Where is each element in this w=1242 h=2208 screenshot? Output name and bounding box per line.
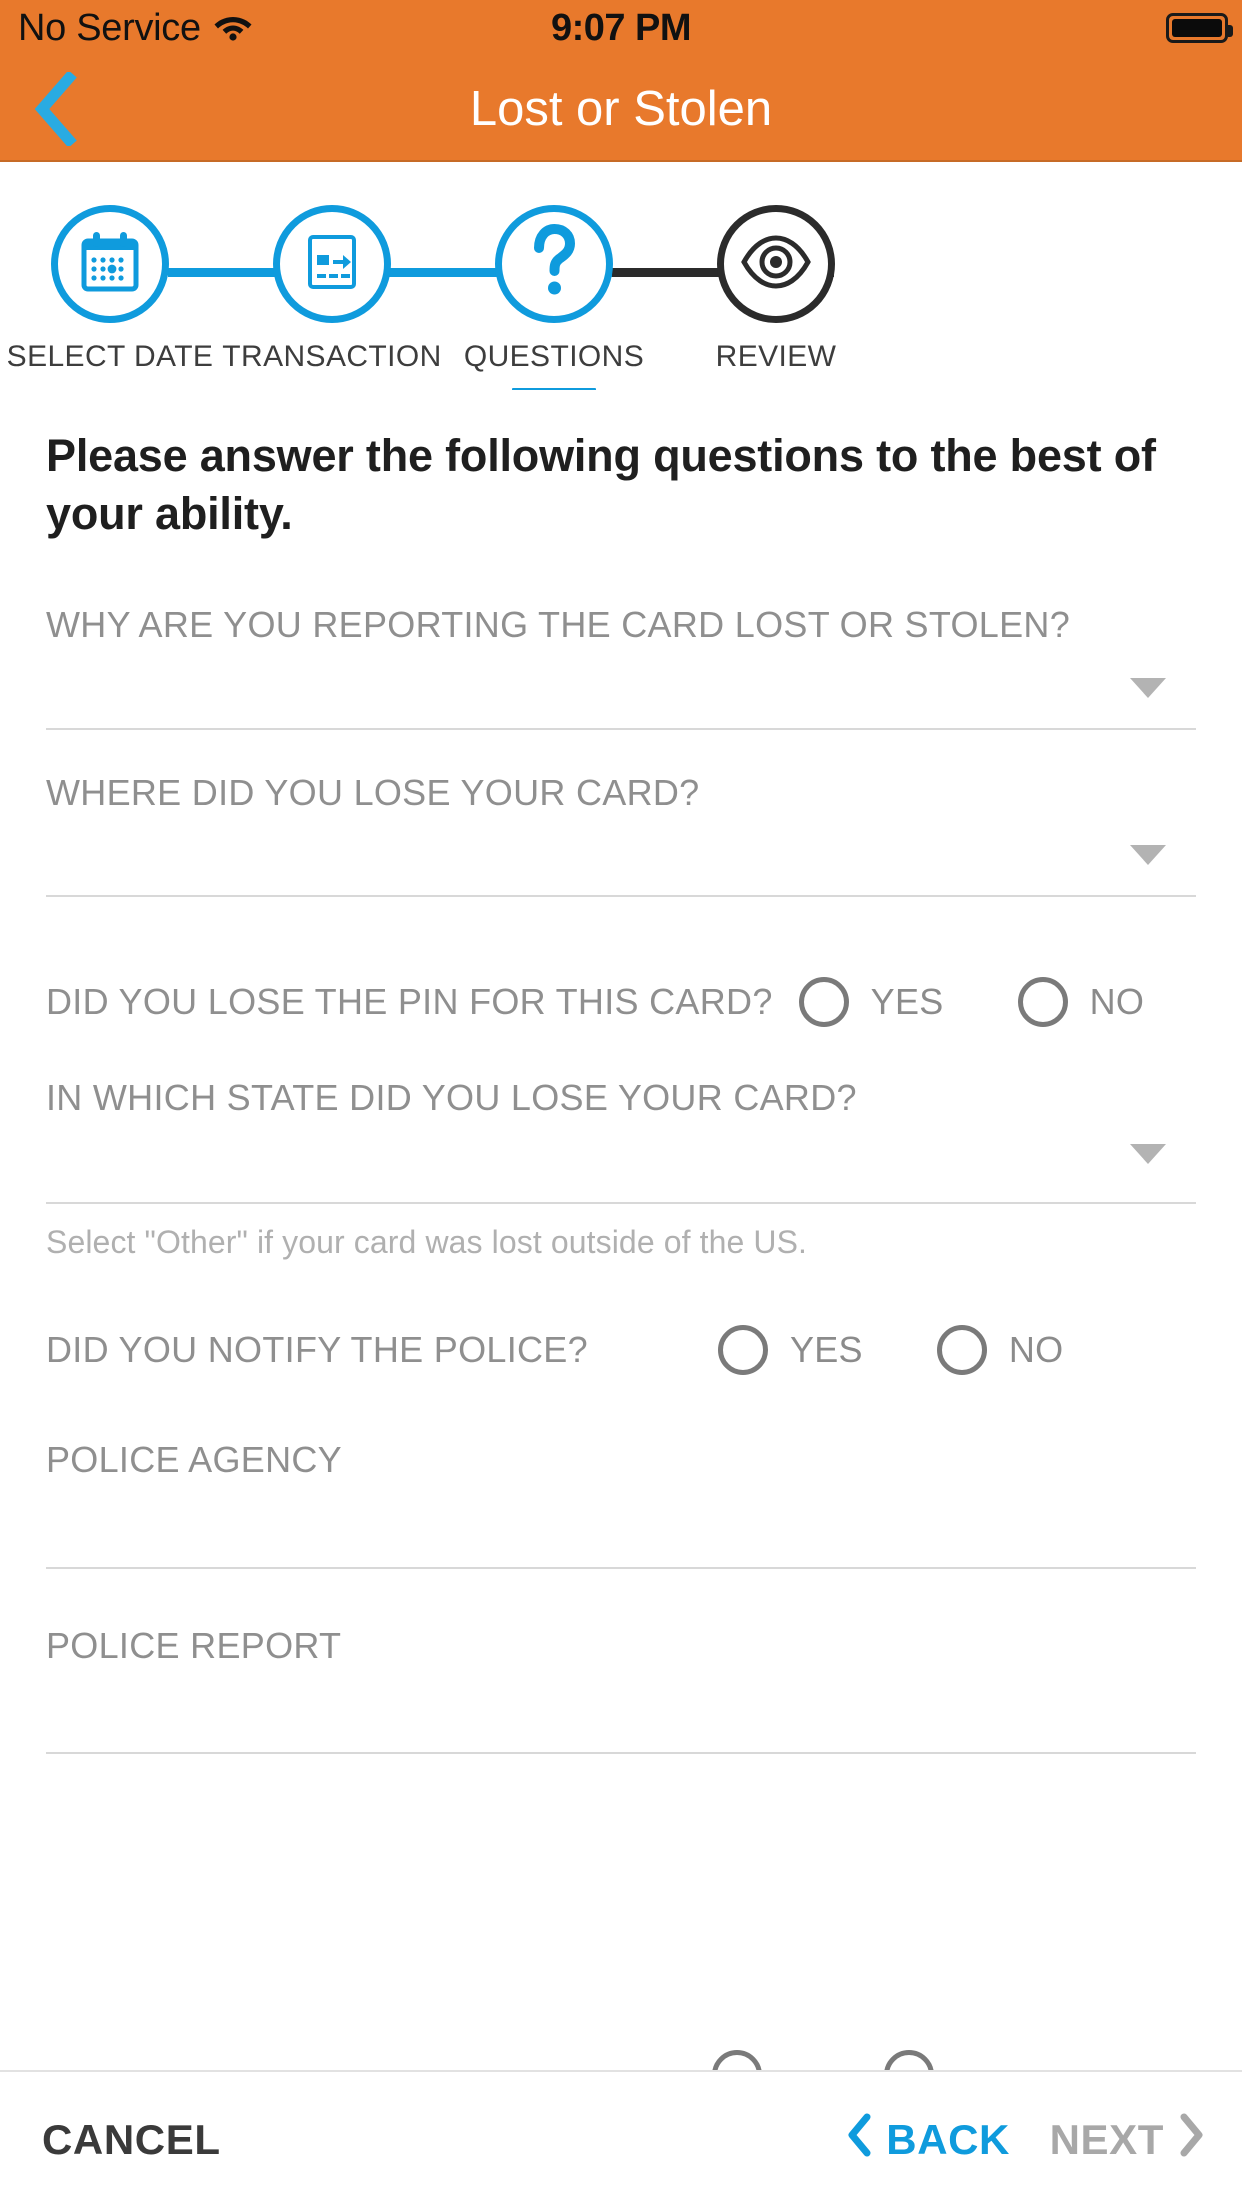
back-nav-label: BACK [886, 2116, 1010, 2163]
bottom-action-bar: CANCEL BACK NEXT [0, 2070, 1242, 2208]
stepper-step-select-date[interactable]: SELECT DATE [0, 205, 220, 374]
app-screen: No Service 9:07 PM Lost or Stolen SELECT… [0, 0, 1242, 2208]
field-divider-police-report [46, 1752, 1196, 1755]
chevron-down-icon[interactable] [1130, 677, 1166, 698]
field-divider-where-lost [46, 894, 1196, 897]
field-label-pin-lost: DID YOU LOSE THE PIN FOR THIS CARD? [46, 980, 773, 1022]
field-label-police-report: POLICE REPORT [46, 1624, 342, 1666]
field-label-police-agency: POLICE AGENCY [46, 1439, 342, 1481]
eye-icon [738, 234, 814, 295]
stepper-circle-review [717, 205, 835, 323]
field-where-lost[interactable]: WHERE DID YOU LOSE YOUR CARD? [46, 772, 1196, 897]
stepper-label-questions: QUESTIONS [463, 340, 645, 373]
field-state-lost[interactable]: IN WHICH STATE DID YOU LOSE YOUR CARD? S… [46, 1077, 1196, 1261]
nav-bar: Lost or Stolen [0, 56, 1242, 161]
battery-full-icon [1166, 13, 1233, 43]
form-container: Please answer the following questions to… [0, 390, 1242, 1755]
chevron-left-icon [846, 2113, 872, 2167]
radio-pin-lost-yes[interactable]: YES [798, 976, 944, 1027]
progress-stepper: SELECT DATE TRANSACTION QUESTIONS REVIEW [0, 205, 1242, 397]
status-bar-right [1166, 13, 1233, 43]
radio-circle-icon [936, 1325, 987, 1376]
form-intro-heading: Please answer the following questions to… [46, 430, 1156, 539]
field-report-reason[interactable]: WHY ARE YOU REPORTING THE CARD LOST OR S… [46, 604, 1196, 730]
form-scroll-area[interactable]: Please answer the following questions to… [0, 390, 1242, 2070]
cancel-button[interactable]: CANCEL [42, 2116, 221, 2164]
field-pin-lost: DID YOU LOSE THE PIN FOR THIS CARD? YES … [46, 969, 1196, 1035]
nav-bottom-border [0, 160, 1242, 162]
stepper-label-select-date: SELECT DATE [6, 340, 214, 373]
radio-label-pin-lost-yes: YES [870, 980, 944, 1022]
field-value-report-reason[interactable] [46, 646, 1196, 728]
calendar-icon [78, 229, 142, 300]
radio-label-notify-police-yes: YES [789, 1329, 863, 1371]
radio-notify-police-yes[interactable]: YES [717, 1325, 863, 1376]
field-next-question-partial [0, 2050, 1242, 2070]
stepper-step-review[interactable]: REVIEW [666, 205, 886, 374]
field-value-where-lost[interactable] [46, 813, 1196, 895]
field-input-police-report[interactable] [46, 1666, 1196, 1752]
field-input-police-agency[interactable] [46, 1481, 1196, 1567]
field-hint-state-lost: Select "Other" if your card was lost out… [46, 1224, 807, 1261]
next-nav-label: NEXT [1049, 2116, 1164, 2163]
stepper-circle-questions [495, 205, 613, 323]
chevron-left-icon [33, 71, 77, 146]
page-title: Lost or Stolen [469, 81, 773, 136]
chevron-down-icon[interactable] [1130, 844, 1166, 865]
field-label-where-lost: WHERE DID YOU LOSE YOUR CARD? [46, 771, 700, 813]
stepper-step-transaction[interactable]: TRANSACTION [222, 205, 442, 374]
field-divider-state-lost [46, 1202, 1196, 1205]
radio-circle-icon[interactable] [712, 2050, 762, 2070]
radio-label-pin-lost-no: NO [1089, 980, 1145, 1022]
question-mark-icon [528, 223, 580, 305]
field-notify-police: DID YOU NOTIFY THE POLICE? YES NO [46, 1317, 1196, 1383]
field-divider-report-reason [46, 727, 1196, 730]
radio-label-notify-police-no: NO [1008, 1329, 1064, 1371]
next-nav-button[interactable]: NEXT [1050, 2113, 1204, 2167]
status-bar: No Service 9:07 PM [0, 0, 1242, 56]
status-bar-time: 9:07 PM [550, 6, 692, 49]
back-nav-button[interactable]: BACK [846, 2113, 1010, 2167]
field-label-notify-police: DID YOU NOTIFY THE POLICE? [46, 1329, 588, 1371]
stepper-circle-select-date [51, 205, 169, 323]
back-button[interactable] [10, 64, 100, 154]
field-divider-police-agency [46, 1566, 1196, 1569]
radio-circle-icon [798, 976, 849, 1027]
radio-circle-icon [1017, 976, 1068, 1027]
field-label-report-reason: WHY ARE YOU REPORTING THE CARD LOST OR S… [46, 604, 1071, 646]
stepper-step-questions[interactable]: QUESTIONS [444, 205, 664, 397]
field-value-state-lost[interactable] [46, 1118, 1196, 1202]
radio-pin-lost-no[interactable]: NO [1017, 976, 1145, 1027]
stepper-label-transaction: TRANSACTION [222, 340, 442, 373]
stepper-label-review: REVIEW [715, 340, 837, 373]
radio-notify-police-no[interactable]: NO [936, 1325, 1064, 1376]
chevron-down-icon[interactable] [1130, 1144, 1166, 1165]
radio-circle-icon [717, 1325, 768, 1376]
field-label-state-lost: IN WHICH STATE DID YOU LOSE YOUR CARD? [46, 1076, 857, 1118]
radio-circle-icon[interactable] [884, 2050, 934, 2070]
chevron-right-icon [1178, 2113, 1204, 2167]
transaction-card-icon [300, 232, 364, 297]
stepper-circle-transaction [273, 205, 391, 323]
field-police-agency[interactable]: POLICE AGENCY [46, 1439, 1196, 1569]
field-police-report[interactable]: POLICE REPORT [46, 1624, 1196, 1755]
